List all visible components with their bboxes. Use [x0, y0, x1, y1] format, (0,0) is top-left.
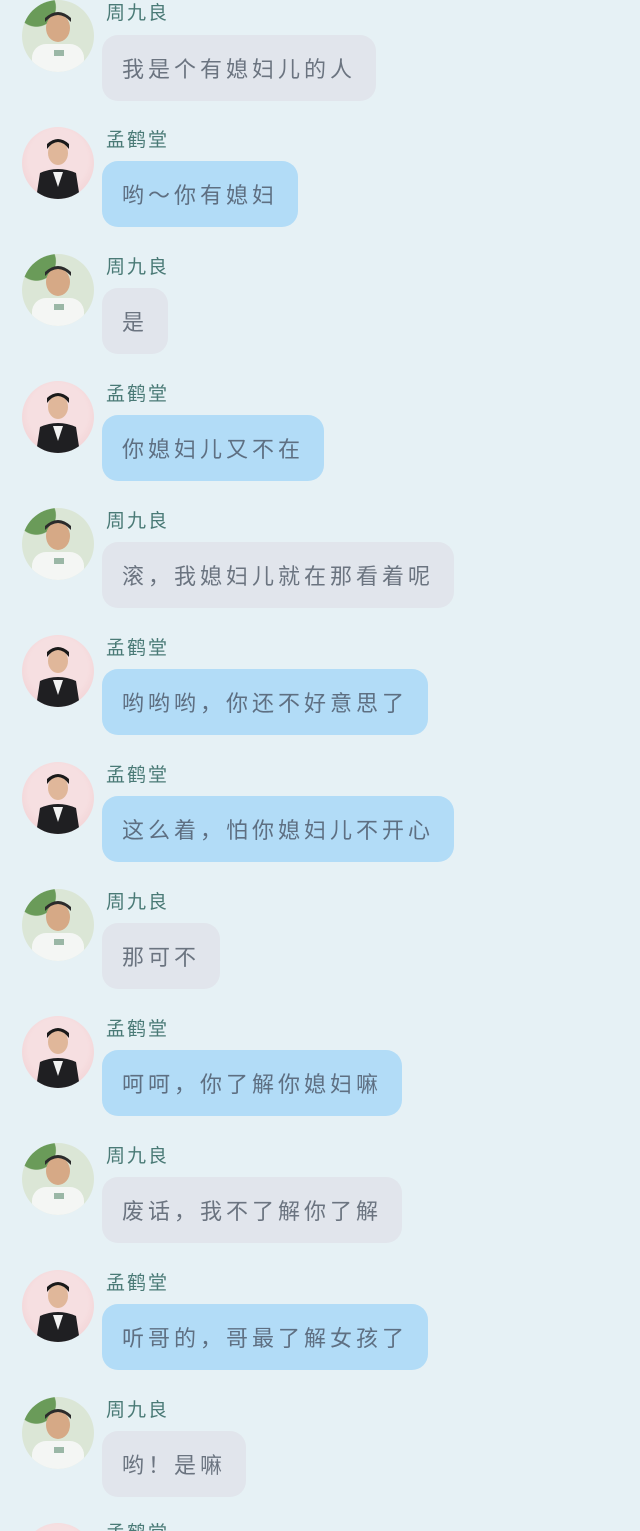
message-row: 孟鹤堂 这么着，怕你媳妇儿不开心: [0, 762, 640, 889]
avatar[interactable]: [22, 0, 94, 72]
message-row: 孟鹤堂 呵呵，你了解你媳妇嘛: [0, 1016, 640, 1143]
avatar[interactable]: [22, 254, 94, 326]
message-row: 周九良 是: [0, 254, 640, 381]
message-row: 孟鹤堂 听哥的，哥最了解女孩了: [0, 1270, 640, 1397]
sender-name: 孟鹤堂: [106, 637, 170, 659]
sender-name: 孟鹤堂: [106, 1018, 170, 1040]
message-row: 周九良 我是个有媳妇儿的人: [0, 0, 640, 127]
avatar[interactable]: [22, 1523, 94, 1531]
message-bubble[interactable]: 哟！是嘛: [102, 1431, 247, 1497]
avatar[interactable]: [22, 1143, 94, 1215]
avatar[interactable]: [22, 508, 94, 580]
message-bubble[interactable]: 你媳妇儿又不在: [102, 415, 325, 481]
message-row: 周九良 那可不: [0, 889, 640, 1016]
message-row: 周九良 废话，我不了解你了解: [0, 1143, 640, 1270]
message-bubble[interactable]: 那可不: [102, 923, 221, 989]
message-bubble[interactable]: 听哥的，哥最了解女孩了: [102, 1304, 429, 1370]
message-row: 周九良 哟！是嘛: [0, 1397, 640, 1524]
message-row: 周九良 滚，我媳妇儿就在那看着呢: [0, 508, 640, 635]
message-bubble[interactable]: 滚，我媳妇儿就在那看着呢: [102, 542, 455, 608]
sender-name: 周九良: [106, 891, 170, 913]
avatar[interactable]: [22, 127, 94, 199]
message-bubble[interactable]: 我是个有媳妇儿的人: [102, 35, 377, 101]
avatar[interactable]: [22, 1270, 94, 1342]
message-bubble[interactable]: 哟～你有媳妇: [102, 161, 299, 227]
message-bubble[interactable]: 废话，我不了解你了解: [102, 1177, 403, 1243]
avatar[interactable]: [22, 1397, 94, 1469]
chat-container: 周九良 我是个有媳妇儿的人 孟鹤堂 哟～你有媳妇 周九良 是 孟鹤堂 你媳妇儿又…: [0, 0, 640, 1531]
message-bubble[interactable]: 哟哟哟，你还不好意思了: [102, 669, 429, 735]
sender-name: 周九良: [106, 510, 170, 532]
avatar[interactable]: [22, 635, 94, 707]
sender-name: 周九良: [106, 256, 170, 278]
sender-name: 周九良: [106, 2, 170, 24]
avatar[interactable]: [22, 762, 94, 834]
sender-name: 周九良: [106, 1145, 170, 1167]
sender-name: 孟鹤堂: [106, 383, 170, 405]
message-row-partial: 孟鹤堂: [0, 1521, 640, 1531]
avatar[interactable]: [22, 1016, 94, 1088]
message-row: 孟鹤堂 你媳妇儿又不在: [0, 381, 640, 508]
message-row: 孟鹤堂 哟～你有媳妇: [0, 127, 640, 254]
message-bubble[interactable]: 呵呵，你了解你媳妇嘛: [102, 1050, 403, 1116]
sender-name: 孟鹤堂: [106, 1523, 169, 1531]
sender-name: 孟鹤堂: [106, 129, 170, 151]
avatar[interactable]: [22, 381, 94, 453]
sender-name: 孟鹤堂: [106, 1272, 170, 1294]
message-row: 孟鹤堂 哟哟哟，你还不好意思了: [0, 635, 640, 762]
message-bubble[interactable]: 这么着，怕你媳妇儿不开心: [102, 796, 455, 862]
avatar[interactable]: [22, 889, 94, 961]
sender-name: 周九良: [106, 1399, 170, 1421]
message-bubble[interactable]: 是: [102, 288, 169, 354]
sender-name: 孟鹤堂: [106, 764, 170, 786]
